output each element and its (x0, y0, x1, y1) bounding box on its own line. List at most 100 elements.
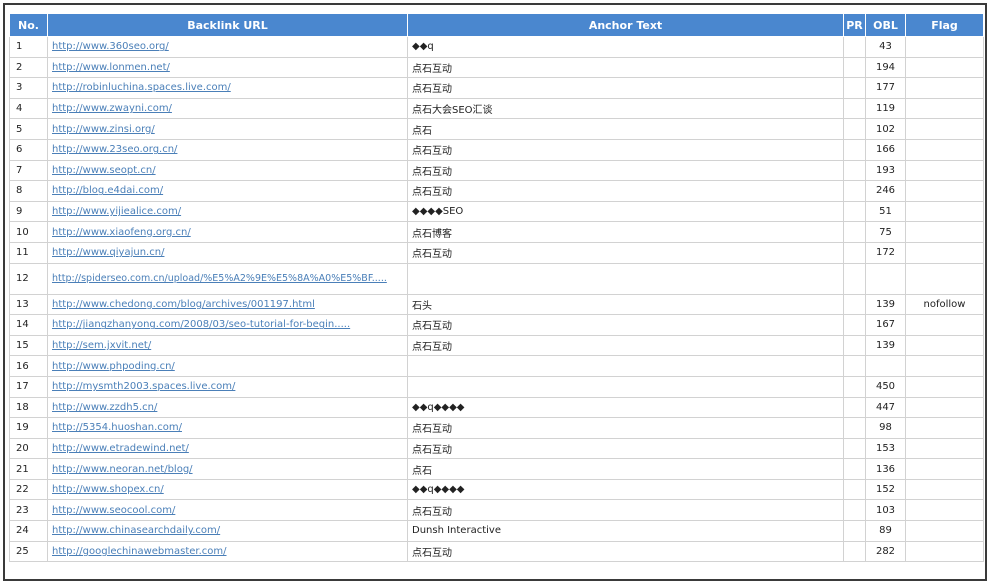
anchor-text-cell: Dunsh Interactive (407, 520, 844, 542)
anchor-text-cell: 点石互动 (407, 540, 844, 563)
backlink-url-link[interactable]: http://spiderseo.com.cn/upload/%E5%A2%9E… (52, 273, 387, 284)
pr-cell (843, 314, 866, 336)
column-header-obl[interactable]: OBL (865, 13, 906, 37)
anchor-text-cell: 点石互动 (407, 241, 844, 264)
backlink-url-link[interactable]: http://www.neoran.net/blog/ (52, 464, 193, 475)
table-row: 24 http://www.chinasearchdaily.com/Dunsh … (9, 520, 984, 542)
row-number: 12 (9, 262, 48, 295)
table-row: 1 http://www.360seo.org/ ◆◆q 43 (9, 36, 984, 58)
flag-cell (905, 437, 984, 460)
row-number: 6 (9, 138, 48, 161)
table-row: 5 http://www.zinsi.org/点石 102 (9, 118, 984, 140)
table-row: 23 http://www.seocool.com/点石互动 103 (9, 499, 984, 522)
pr-cell (843, 221, 866, 243)
table-row: 12 http://spiderseo.com.cn/upload/%E5%A2%… (9, 262, 984, 295)
backlink-url-link[interactable]: http://sem.jxvit.net/ (52, 340, 151, 351)
row-number: 10 (9, 221, 48, 243)
pr-cell (843, 118, 866, 140)
backlink-url-link[interactable]: http://www.zinsi.org/ (52, 124, 155, 135)
backlink-url-link[interactable]: http://www.yijiealice.com/ (52, 206, 181, 217)
flag-cell (905, 334, 984, 357)
backlink-url-link[interactable]: http://www.chinasearchdaily.com/ (52, 525, 220, 536)
backlink-report-frame: No. Backlink URL Anchor Text PR OBL Flag… (3, 3, 987, 581)
table-row: 21 http://www.neoran.net/blog/点石 136 (9, 458, 984, 480)
column-header-anchor-text[interactable]: Anchor Text (407, 13, 844, 37)
backlink-url-cell: http://www.xiaofeng.org.cn/ (47, 221, 408, 243)
row-number: 8 (9, 180, 48, 202)
anchor-text-cell: 点石互动 (407, 77, 844, 99)
obl-cell: 153 (865, 437, 906, 460)
row-number: 7 (9, 159, 48, 182)
row-number: 20 (9, 437, 48, 460)
backlink-url-link[interactable]: http://www.lonmen.net/ (52, 62, 170, 73)
backlink-url-link[interactable]: http://www.xiaofeng.org.cn/ (52, 227, 191, 238)
backlink-url-link[interactable]: http://googlechinawebmaster.com/ (52, 546, 227, 557)
table-row: 15 http://sem.jxvit.net/点石互动 139 (9, 334, 984, 357)
pr-cell (843, 458, 866, 480)
backlink-url-link[interactable]: http://www.etradewind.net/ (52, 443, 189, 454)
row-number: 19 (9, 417, 48, 439)
anchor-text-cell: 点石 (407, 118, 844, 140)
backlink-url-link[interactable]: http://www.phpoding.cn/ (52, 361, 175, 372)
backlink-url-link[interactable]: http://blog.e4dai.com/ (52, 185, 163, 196)
anchor-text-cell: 石头 (407, 293, 844, 316)
column-header-flag[interactable]: Flag (905, 13, 984, 37)
column-header-no[interactable]: No. (9, 13, 48, 37)
backlink-url-link[interactable]: http://www.seopt.cn/ (52, 165, 156, 176)
anchor-text-cell: ◆◆q◆◆◆◆ (407, 478, 844, 501)
backlink-url-link[interactable]: http://www.23seo.org.cn/ (52, 144, 177, 155)
pr-cell (843, 241, 866, 264)
backlink-url-link[interactable]: http://mysmth2003.spaces.live.com/ (52, 381, 235, 392)
pr-cell (843, 334, 866, 357)
anchor-text-cell: 点石博客 (407, 221, 844, 243)
row-number: 17 (9, 375, 48, 398)
row-number: 3 (9, 77, 48, 99)
flag-cell (905, 159, 984, 182)
table-body: 1 http://www.360seo.org/◆◆q 43 2 http://www.… (9, 36, 984, 563)
backlink-url-cell: http://www.chedong.com/blog/archives/001… (47, 293, 408, 316)
backlink-url-link[interactable]: http://www.shopex.cn/ (52, 484, 164, 495)
backlink-url-link[interactable]: http://robinluchina.spaces.live.com/ (52, 82, 231, 93)
column-header-backlink-url[interactable]: Backlink URL (47, 13, 408, 37)
flag-cell (905, 180, 984, 202)
flag-cell (905, 138, 984, 161)
backlink-url-cell: http://googlechinawebmaster.com/ (47, 540, 408, 563)
obl-cell: 167 (865, 314, 906, 336)
backlink-url-link[interactable]: http://www.zwayni.com/ (52, 103, 172, 114)
obl-cell: 98 (865, 417, 906, 439)
column-header-pr[interactable]: PR (843, 13, 866, 37)
backlink-url-link[interactable]: http://www.qiyajun.cn/ (52, 247, 164, 258)
pr-cell (843, 138, 866, 161)
flag-cell (905, 355, 984, 377)
anchor-text-cell: 点石互动 (407, 334, 844, 357)
flag-cell (905, 458, 984, 480)
flag-cell (905, 375, 984, 398)
backlink-url-cell: http://www.etradewind.net/ (47, 437, 408, 460)
backlink-url-link[interactable]: http://5354.huoshan.com/ (52, 422, 182, 433)
obl-cell: 75 (865, 221, 906, 243)
anchor-text-cell: 点石互动 (407, 138, 844, 161)
flag-cell (905, 97, 984, 120)
anchor-text-cell: 点石互动 (407, 56, 844, 79)
backlink-url-link[interactable]: http://www.360seo.org/ (52, 41, 169, 52)
row-number: 9 (9, 200, 48, 223)
backlink-url-cell: http://spiderseo.com.cn/upload/%E5%A2%9E… (47, 262, 408, 295)
pr-cell (843, 540, 866, 563)
table-header-row: No. Backlink URL Anchor Text PR OBL Flag (9, 13, 984, 37)
backlink-url-cell: http://jiangzhanyong.com/2008/03/seo-tut… (47, 314, 408, 336)
flag-cell (905, 77, 984, 99)
obl-cell: 139 (865, 334, 906, 357)
backlink-url-link[interactable]: http://www.seocool.com/ (52, 505, 175, 516)
pr-cell (843, 520, 866, 542)
table-row: 3 http://robinluchina.spaces.live.com/点石互… (9, 77, 984, 99)
anchor-text-cell: 点石互动 (407, 180, 844, 202)
backlink-url-cell: http://blog.e4dai.com/ (47, 180, 408, 202)
backlink-url-link[interactable]: http://www.chedong.com/blog/archives/001… (52, 299, 315, 310)
anchor-text-cell (407, 262, 844, 295)
pr-cell (843, 77, 866, 99)
backlink-url-link[interactable]: http://jiangzhanyong.com/2008/03/seo-tut… (52, 319, 350, 330)
flag-cell (905, 241, 984, 264)
flag-cell (905, 221, 984, 243)
row-number: 18 (9, 396, 48, 419)
backlink-url-link[interactable]: http://www.zzdh5.cn/ (52, 402, 157, 413)
